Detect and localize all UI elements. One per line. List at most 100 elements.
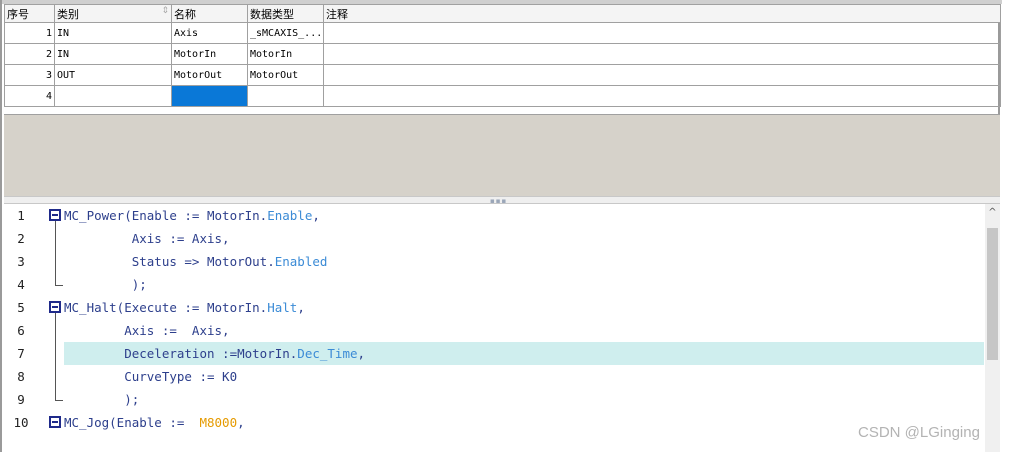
code-line[interactable]: 4 ); — [4, 273, 988, 296]
fold-guide-line — [55, 388, 56, 400]
comment-cell[interactable] — [323, 22, 1001, 44]
fold-collapse-icon[interactable] — [49, 301, 61, 313]
code-line[interactable]: 1 MC_Power(Enable := MotorIn.Enable, — [4, 204, 988, 227]
fold-collapse-icon[interactable] — [49, 209, 61, 221]
line-number: 7 — [17, 346, 25, 361]
code-text[interactable]: MC_Power(Enable := MotorIn.Enable, — [64, 204, 320, 227]
code-text[interactable]: Status => MotorOut.Enabled — [64, 250, 328, 273]
header-data-type[interactable]: 数据类型 — [247, 4, 324, 23]
type-cell[interactable] — [247, 85, 324, 107]
fold-guide-line — [55, 250, 56, 273]
code-text[interactable]: ); — [64, 388, 139, 411]
header-category[interactable]: 类别 ⇕ — [54, 4, 172, 23]
header-comment[interactable]: 注释 — [323, 4, 1001, 23]
code-line[interactable]: 9 ); — [4, 388, 988, 411]
code-token: Axis := Axis, — [64, 231, 230, 246]
name-cell[interactable]: MotorIn — [171, 43, 248, 65]
fold-collapse-icon[interactable] — [49, 416, 61, 428]
line-number: 4 — [17, 277, 25, 292]
row-number[interactable]: 4 — [4, 85, 55, 107]
line-number: 1 — [17, 208, 25, 223]
category-cell[interactable]: IN — [54, 22, 172, 44]
code-line[interactable]: 7 Deceleration :=MotorIn.Dec_Time, — [4, 342, 988, 365]
line-number: 3 — [17, 254, 25, 269]
name-cell-selected[interactable] — [171, 85, 248, 107]
name-cell[interactable]: Axis — [171, 22, 248, 44]
fold-guide-line — [55, 227, 56, 250]
type-cell[interactable]: MotorOut — [247, 64, 324, 86]
code-token: CurveType := K0 — [64, 369, 238, 384]
table-empty-area — [4, 114, 1000, 197]
code-token: Axis := Axis, — [64, 323, 230, 338]
comment-cell[interactable] — [323, 64, 1001, 86]
code-text[interactable]: CurveType := K0 — [64, 365, 237, 388]
code-text[interactable]: MC_Halt(Execute := MotorIn.Halt, — [64, 296, 305, 319]
code-text[interactable]: Deceleration :=MotorIn.Dec_Time, — [64, 342, 365, 365]
table-row[interactable]: 1 IN Axis _sMCAXIS_... — [4, 22, 1001, 44]
code-text[interactable]: Axis := Axis, — [64, 227, 230, 250]
code-line[interactable]: 3 Status => MotorOut.Enabled — [4, 250, 988, 273]
type-cell[interactable]: _sMCAXIS_... — [247, 22, 324, 44]
code-token: MC_Power(Enable := MotorIn. — [64, 208, 268, 223]
line-number: 2 — [17, 231, 25, 246]
name-cell[interactable]: MotorOut — [171, 64, 248, 86]
sort-icon[interactable]: ⇕ — [161, 6, 169, 16]
fold-guide-line — [55, 342, 56, 365]
header-name[interactable]: 名称 — [171, 4, 248, 23]
table-row[interactable]: 4 — [4, 85, 1001, 107]
type-cell[interactable]: MotorIn — [247, 43, 324, 65]
row-number[interactable]: 2 — [4, 43, 55, 65]
fold-guide-line — [55, 319, 56, 342]
code-token: Deceleration :=MotorIn. — [64, 346, 298, 361]
comment-cell[interactable] — [323, 85, 1001, 107]
code-token: Status => MotorOut. — [64, 254, 275, 269]
code-token: , — [312, 208, 320, 223]
table-row[interactable]: 3 OUT MotorOut MotorOut — [4, 64, 1001, 86]
code-line[interactable]: 2 Axis := Axis, — [4, 227, 988, 250]
fold-end-marker — [55, 400, 63, 401]
member-token: Enabled — [274, 254, 328, 269]
code-token: MC_Halt(Execute := MotorIn. — [64, 300, 268, 315]
code-editor[interactable]: 1 MC_Power(Enable := MotorIn.Enable, 2 Axi… — [4, 204, 988, 452]
table-row[interactable]: 2 IN MotorIn MotorIn — [4, 43, 1001, 65]
code-token: ); — [64, 277, 147, 292]
table-header-row: 序号 类别 ⇕ 名称 数据类型 注释 — [4, 4, 1001, 23]
code-line[interactable]: 5 MC_Halt(Execute := MotorIn.Halt, — [4, 296, 988, 319]
row-number[interactable]: 3 — [4, 64, 55, 86]
code-token: ); — [64, 392, 140, 407]
row-number[interactable]: 1 — [4, 22, 55, 44]
pane-splitter[interactable]: ▪▪▪ — [4, 196, 1000, 205]
code-text[interactable]: ); — [64, 273, 147, 296]
fold-guide-line — [55, 365, 56, 388]
vertical-scrollbar[interactable]: ^ — [985, 204, 1000, 452]
line-number: 8 — [17, 369, 25, 384]
member-token: Enable — [267, 208, 313, 223]
header-index[interactable]: 序号 — [4, 4, 55, 23]
code-line[interactable]: 8 CurveType := K0 — [4, 365, 988, 388]
code-token: , — [357, 346, 366, 361]
code-line[interactable]: 10 MC_Jog(Enable := M8000, — [4, 411, 988, 434]
line-number: 5 — [17, 300, 25, 315]
variable-table: 序号 类别 ⇕ 名称 数据类型 注释 1 IN Axis _sMCAXIS_...… — [4, 4, 1001, 107]
scrollbar-thumb[interactable] — [987, 228, 998, 360]
code-text[interactable]: Axis := Axis, — [64, 319, 230, 342]
line-number: 10 — [13, 415, 29, 430]
code-line[interactable]: 6 Axis := Axis, — [4, 319, 988, 342]
category-cell[interactable] — [54, 85, 172, 107]
fold-guide-line — [55, 273, 56, 285]
code-token: , — [297, 300, 305, 315]
member-token: Halt — [267, 300, 298, 315]
comment-cell[interactable] — [323, 43, 1001, 65]
literal-token: M8000 — [199, 415, 238, 430]
category-cell[interactable]: IN — [54, 43, 172, 65]
code-token: MC_Jog(Enable := — [64, 415, 200, 430]
fold-end-marker — [55, 285, 63, 286]
scroll-up-icon[interactable]: ^ — [985, 206, 1000, 220]
pou-editor-window: 序号 类别 ⇕ 名称 数据类型 注释 1 IN Axis _sMCAXIS_...… — [0, 0, 1002, 452]
code-text[interactable]: MC_Jog(Enable := M8000, — [64, 411, 245, 434]
category-cell[interactable]: OUT — [54, 64, 172, 86]
code-token: , — [237, 415, 245, 430]
watermark: CSDN @LGinging — [858, 424, 980, 441]
line-number: 9 — [17, 392, 25, 407]
member-token: Dec_Time — [297, 346, 358, 361]
